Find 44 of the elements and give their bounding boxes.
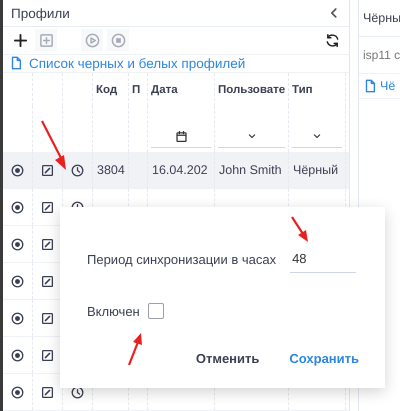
panel-title: Чёрны — [363, 11, 400, 25]
cancel-button[interactable]: Отменить — [196, 351, 260, 366]
save-button[interactable]: Сохранить — [289, 351, 359, 366]
profiles-list-link[interactable]: Список черных и белых профилей — [29, 56, 246, 71]
column-header: П — [132, 84, 140, 96]
checkbox-label: Включен — [87, 304, 140, 318]
table-cell: 3804 — [97, 163, 125, 177]
radio-icon[interactable] — [11, 164, 24, 176]
edit-icon[interactable] — [41, 238, 54, 250]
radio-icon[interactable] — [11, 238, 24, 250]
table-cell: 16.04.202 — [152, 163, 208, 177]
clock-icon[interactable] — [71, 386, 84, 398]
column-header: Код — [96, 84, 118, 96]
table-row[interactable]: 3804 16.04.202 John Smith Чёрный — [3, 152, 349, 189]
field-label: Период синхронизации в часах — [87, 252, 276, 266]
radio-icon[interactable] — [11, 200, 24, 214]
document-icon — [9, 56, 23, 70]
radio-icon[interactable] — [11, 274, 24, 288]
refresh-icon[interactable] — [324, 32, 340, 48]
calendar-icon — [174, 130, 188, 142]
radio-icon[interactable] — [11, 312, 24, 324]
edit-icon[interactable] — [41, 348, 54, 362]
panel-subtitle: isp11 с — [363, 48, 400, 62]
edit-icon[interactable] — [41, 164, 54, 176]
table-cell: Чёрный — [293, 163, 338, 177]
annotation-arrow — [41, 120, 66, 170]
document-icon — [363, 79, 377, 93]
edit-icon[interactable] — [41, 200, 54, 214]
clock-icon[interactable] — [71, 164, 84, 176]
table-cell: John Smith — [219, 163, 282, 177]
checkbox[interactable] — [148, 303, 164, 319]
column-header: Дата — [151, 84, 178, 96]
radio-icon[interactable] — [11, 386, 24, 398]
plus-icon[interactable] — [12, 32, 28, 48]
edit-icon[interactable] — [41, 312, 54, 324]
edit-icon[interactable] — [41, 274, 54, 288]
radio-icon[interactable] — [11, 348, 24, 362]
annotation-arrow — [291, 216, 308, 242]
column-header: Тип — [292, 84, 313, 96]
column-header: Пользовате — [218, 84, 286, 96]
edit-icon[interactable] — [41, 386, 54, 398]
annotation-arrow — [128, 333, 142, 366]
list-link[interactable]: Чё — [380, 79, 396, 93]
panel-title: Профили — [11, 6, 71, 21]
